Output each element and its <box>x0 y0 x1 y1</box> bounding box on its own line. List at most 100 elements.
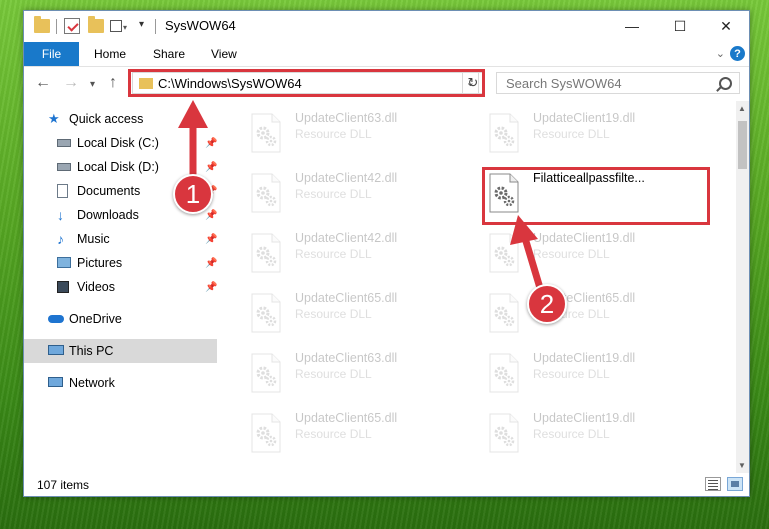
folder-icon <box>34 16 50 33</box>
file-type: Resource DLL <box>533 427 610 441</box>
maximize-button[interactable]: ☐ <box>657 11 703 41</box>
close-button[interactable]: ✕ <box>703 11 749 41</box>
sidebar-item-label: This PC <box>69 344 114 358</box>
pin-icon[interactable]: 📌 <box>205 210 217 221</box>
file-highlight-box <box>482 167 710 225</box>
file-name: UpdateClient19.dll <box>533 351 636 365</box>
sidebar-item-label: Local Disk (C:) <box>77 136 159 150</box>
dll-file-icon <box>488 113 520 153</box>
sidebar-item-local-disk-c[interactable]: Local Disk (C:) 📌 <box>24 131 217 155</box>
forward-button[interactable]: → <box>63 75 79 91</box>
new-folder-icon[interactable] <box>88 16 104 33</box>
vertical-scrollbar[interactable]: ▲ ▼ <box>736 101 749 473</box>
up-button[interactable]: ↑ <box>109 75 117 91</box>
pin-icon[interactable]: 📌 <box>205 258 217 269</box>
sidebar-item-label: OneDrive <box>69 312 122 326</box>
videos-icon <box>57 281 69 293</box>
file-name: UpdateClient19.dll <box>533 111 636 125</box>
navigation-pane: ★ Quick access Local Disk (C:) 📌 Local D… <box>24 101 217 471</box>
divider <box>56 19 57 34</box>
sidebar-item-quick-access[interactable]: ★ Quick access <box>24 107 217 131</box>
help-icon[interactable]: ? <box>730 46 745 61</box>
item-count: 107 items <box>37 478 90 492</box>
tab-share[interactable]: Share <box>153 47 185 61</box>
tab-file[interactable]: File <box>24 42 79 66</box>
customize-toolbar-icon[interactable]: ▾ <box>110 18 127 34</box>
ribbon: File Home Share View ⌄ ? <box>24 42 749 67</box>
file-type: Resource DLL <box>295 127 372 141</box>
list-item[interactable]: UpdateClient19.dll Resource DLL <box>480 405 710 457</box>
file-name: UpdateClient19.dll <box>533 411 636 425</box>
pictures-icon <box>57 257 71 268</box>
search-input[interactable]: Search SysWOW64 <box>496 72 740 94</box>
dll-file-icon <box>488 353 520 393</box>
star-icon: ★ <box>48 111 60 126</box>
downloads-icon: ↓ <box>57 207 64 223</box>
back-button[interactable]: ← <box>35 75 51 91</box>
sidebar-item-network[interactable]: Network <box>24 371 217 395</box>
file-type: Resource DLL <box>295 187 372 201</box>
file-name: UpdateClient65.dll <box>295 411 398 425</box>
list-item[interactable]: UpdateClient65.dll Resource DLL <box>242 405 472 457</box>
file-type: Resource DLL <box>533 127 610 141</box>
pin-icon[interactable]: 📌 <box>205 162 217 173</box>
pin-icon[interactable]: 📌 <box>205 138 217 149</box>
file-type: Resource DLL <box>295 307 372 321</box>
file-name: UpdateClient42.dll <box>295 171 398 185</box>
list-item[interactable]: UpdateClient19.dll Resource DLL <box>480 225 710 277</box>
file-list: UpdateClient63.dll Resource DLL UpdateCl… <box>232 101 737 471</box>
sidebar-item-this-pc[interactable]: This PC <box>24 339 217 363</box>
list-item[interactable]: UpdateClient65.dll Resource DLL <box>242 285 472 337</box>
minimize-button[interactable]: — <box>609 11 655 41</box>
search-icon <box>719 77 732 90</box>
list-item[interactable]: UpdateClient63.dll Resource DLL <box>242 105 472 157</box>
dll-file-icon <box>250 173 282 213</box>
scroll-down-icon[interactable]: ▼ <box>738 461 746 470</box>
sidebar-item-videos[interactable]: Videos 📌 <box>24 275 217 299</box>
documents-icon <box>57 184 68 198</box>
file-type: Resource DLL <box>295 427 372 441</box>
dll-file-icon <box>488 233 520 273</box>
file-type: Resource DLL <box>295 247 372 261</box>
sidebar-item-pictures[interactable]: Pictures 📌 <box>24 251 217 275</box>
dll-file-icon <box>250 293 282 333</box>
tab-home[interactable]: Home <box>94 47 126 61</box>
scrollbar-thumb[interactable] <box>738 121 747 169</box>
window-title: SysWOW64 <box>165 18 236 33</box>
cloud-icon <box>48 315 64 323</box>
tab-view[interactable]: View <box>211 47 237 61</box>
computer-icon <box>48 345 64 355</box>
step-2-badge: 2 <box>527 284 567 324</box>
dll-file-icon <box>250 233 282 273</box>
dll-file-icon <box>250 413 282 453</box>
scroll-up-icon[interactable]: ▲ <box>738 104 746 113</box>
properties-icon[interactable] <box>64 18 80 34</box>
dll-file-icon <box>488 413 520 453</box>
sidebar-item-onedrive[interactable]: OneDrive <box>24 307 217 331</box>
sidebar-item-music[interactable]: ♪ Music 📌 <box>24 227 217 251</box>
step-1-badge: 1 <box>173 174 213 214</box>
sidebar-item-label: Downloads <box>77 208 139 222</box>
list-item[interactable]: UpdateClient42.dll Resource DLL <box>242 165 472 217</box>
list-item[interactable]: UpdateClient42.dll Resource DLL <box>242 225 472 277</box>
chevron-down-icon[interactable]: ⌄ <box>716 47 725 60</box>
list-item[interactable]: UpdateClient19.dll Resource DLL <box>480 105 710 157</box>
drive-icon <box>57 163 71 171</box>
address-highlight-box <box>128 69 485 97</box>
details-view-icon[interactable] <box>705 477 721 491</box>
file-name: UpdateClient19.dll <box>533 231 636 245</box>
pin-icon[interactable]: 📌 <box>205 234 217 245</box>
recent-locations-button[interactable]: ▾ <box>90 77 95 93</box>
quick-access-dropdown-icon[interactable]: ▾ <box>139 19 144 30</box>
list-item[interactable]: UpdateClient19.dll Resource DLL <box>480 345 710 397</box>
large-icons-view-icon[interactable] <box>727 477 743 491</box>
sidebar-item-label: Quick access <box>69 112 144 126</box>
sidebar-item-label: Documents <box>77 184 141 198</box>
pin-icon[interactable]: 📌 <box>205 282 217 293</box>
file-type: Resource DLL <box>533 367 610 381</box>
status-bar: 107 items <box>24 473 749 496</box>
list-item[interactable]: UpdateClient65.dll Resource DLL <box>480 285 710 337</box>
list-item[interactable]: UpdateClient63.dll Resource DLL <box>242 345 472 397</box>
network-icon <box>48 377 63 387</box>
sidebar-item-label: Pictures <box>77 256 123 270</box>
